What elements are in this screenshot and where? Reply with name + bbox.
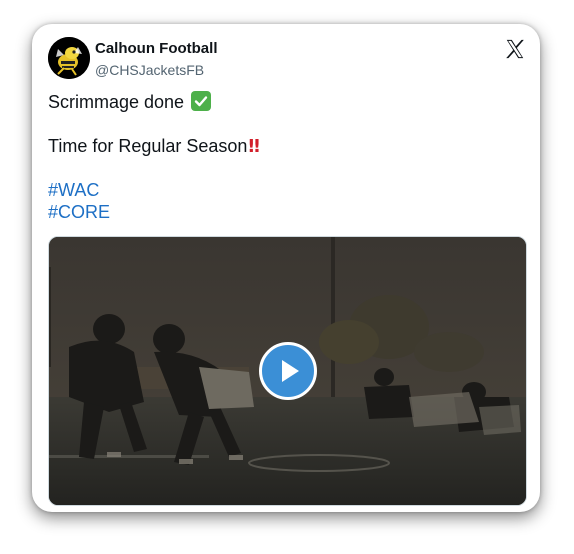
hashtag-core[interactable]: #CORE xyxy=(48,202,110,222)
hashtag-wac[interactable]: #WAC xyxy=(48,180,99,200)
x-logo-icon[interactable] xyxy=(504,38,526,60)
author-info[interactable]: Calhoun Football @CHSJacketsFB xyxy=(95,40,217,79)
hashtag-line-1: #WAC xyxy=(48,179,518,201)
tweet-line-2: Time for Regular Season‼ xyxy=(48,135,518,157)
tweet-line-1-text: Scrimmage done xyxy=(48,92,185,112)
line-break xyxy=(48,113,518,135)
author-handle[interactable]: @CHSJacketsFB xyxy=(95,61,217,79)
tweet-line-1: Scrimmage done xyxy=(48,91,518,113)
tweet-text: Scrimmage done Time for Regular Season‼ … xyxy=(48,91,518,223)
play-button[interactable] xyxy=(258,342,317,400)
tweet-card[interactable]: Calhoun Football @CHSJacketsFB Scrimmage… xyxy=(32,24,540,512)
video-thumbnail[interactable] xyxy=(48,236,527,506)
line-break xyxy=(48,157,518,179)
yellow-jacket-mascot-icon xyxy=(48,37,90,79)
check-mark-icon xyxy=(191,91,212,111)
screenshot-stage: Calhoun Football @CHSJacketsFB Scrimmage… xyxy=(0,0,574,554)
hashtag-line-2: #CORE xyxy=(48,201,518,223)
avatar[interactable] xyxy=(48,37,90,79)
author-display-name[interactable]: Calhoun Football xyxy=(95,40,217,58)
play-icon xyxy=(281,360,299,382)
tweet-line-2-text: Time for Regular Season xyxy=(48,136,248,156)
double-exclamation-icon: ‼ xyxy=(248,136,259,157)
